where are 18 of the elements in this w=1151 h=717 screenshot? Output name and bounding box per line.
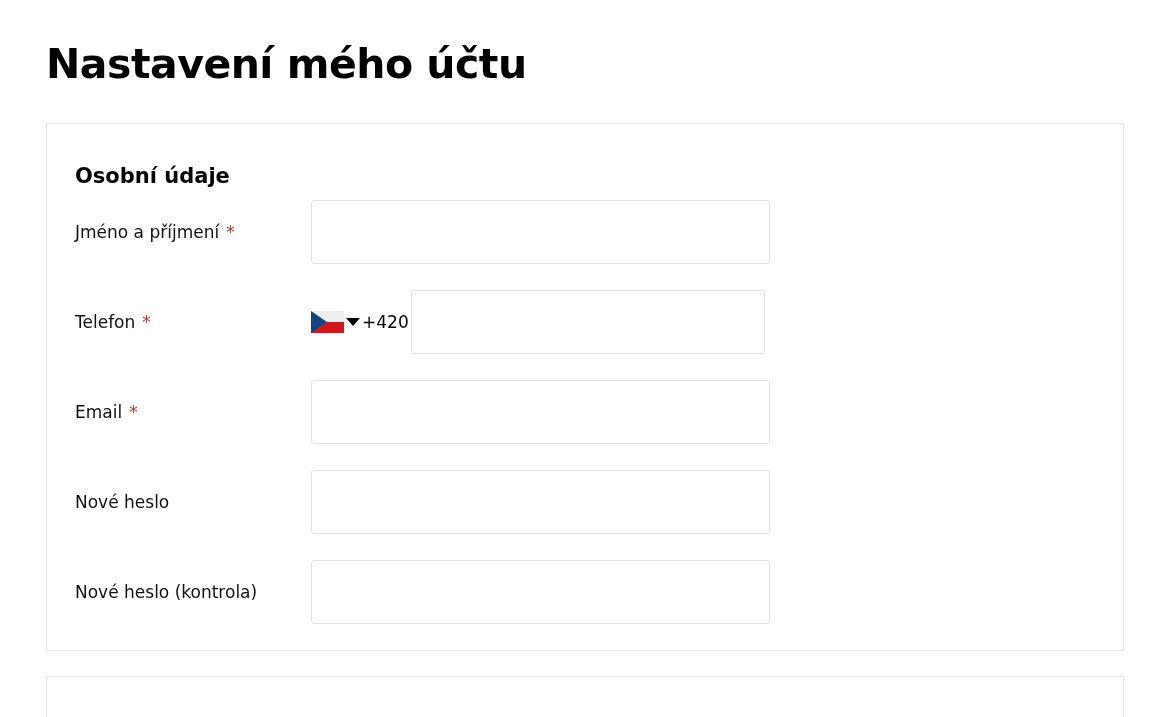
field-label: Nové heslo (kontrola) [75,582,258,602]
input-field[interactable] [311,560,770,624]
country-select[interactable]: +420 [311,311,409,333]
caret-icon [346,318,360,326]
input-field[interactable] [311,200,770,264]
field-label: Email [75,402,123,422]
field-label: Telefon [75,312,136,332]
required-mark: * [142,312,151,332]
input-field[interactable] [311,470,770,534]
field-label: Nové heslo [75,492,170,512]
required-mark: * [226,222,235,242]
input-field[interactable] [410,290,765,354]
section-title: Osobní údaje [75,164,231,188]
field-label: Jméno a příjmení [75,222,220,242]
page-title: Nastavení mého účtu [46,39,528,90]
input-field[interactable] [311,380,770,444]
required-mark: * [129,402,138,422]
flag-icon [311,311,344,333]
